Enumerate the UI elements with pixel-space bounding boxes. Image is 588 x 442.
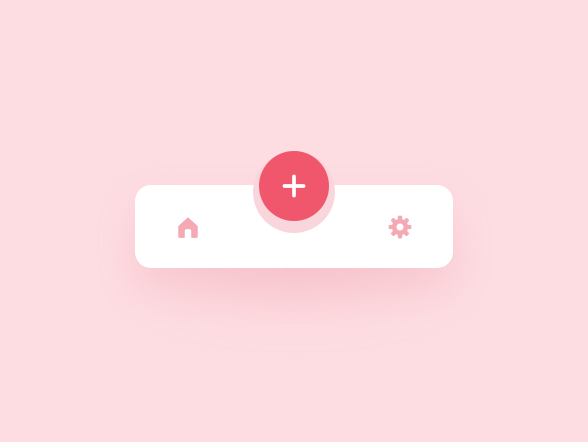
gear-icon [387, 214, 413, 240]
tab-home[interactable] [166, 205, 210, 249]
add-button[interactable] [259, 151, 329, 221]
home-icon [175, 214, 201, 240]
plus-icon [281, 173, 307, 199]
tab-settings[interactable] [378, 205, 422, 249]
app-canvas [0, 0, 588, 442]
